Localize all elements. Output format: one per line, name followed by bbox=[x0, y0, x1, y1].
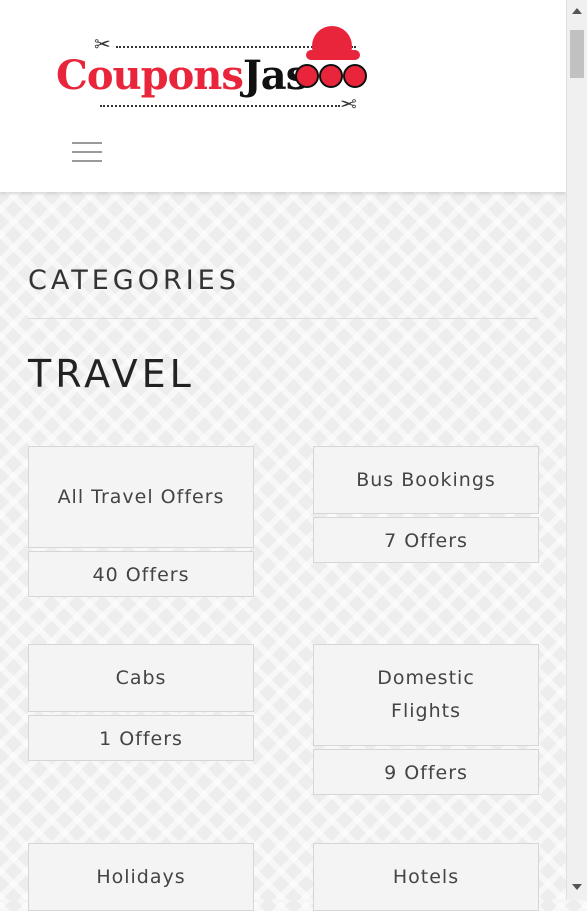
category-name[interactable]: Holidays bbox=[28, 843, 254, 911]
category-card-bus-bookings[interactable]: Bus Bookings 7 Offers bbox=[313, 446, 539, 563]
scissors-icon: ✂ bbox=[340, 92, 357, 116]
divider bbox=[28, 318, 538, 319]
scissors-icon: ✂ bbox=[94, 32, 111, 56]
category-name[interactable]: Bus Bookings bbox=[313, 446, 539, 514]
logo-dotted-line-bottom bbox=[100, 105, 340, 107]
section-title: CATEGORIES bbox=[28, 265, 240, 296]
category-card-holidays[interactable]: Holidays bbox=[28, 843, 254, 911]
offer-count[interactable]: 40 Offers bbox=[28, 551, 254, 597]
hamburger-menu-icon[interactable] bbox=[72, 140, 102, 164]
scroll-up-arrow-icon[interactable] bbox=[572, 8, 582, 14]
category-heading: TRAVEL bbox=[28, 352, 195, 396]
logo-text-coupons: Coupons bbox=[56, 52, 244, 99]
category-name[interactable]: Hotels bbox=[313, 843, 539, 911]
category-card-cabs[interactable]: Cabs 1 Offers bbox=[28, 644, 254, 761]
category-name[interactable]: Cabs bbox=[28, 644, 254, 712]
category-name[interactable]: All Travel Offers bbox=[28, 446, 254, 548]
logo-text: CouponsJas bbox=[56, 52, 308, 99]
offer-count[interactable]: 7 Offers bbox=[313, 517, 539, 563]
scroll-down-arrow-icon[interactable] bbox=[572, 884, 582, 890]
logo-eyes-graphic bbox=[295, 64, 385, 88]
offer-count[interactable]: 1 Offers bbox=[28, 715, 254, 761]
category-card-all-travel-offers[interactable]: All Travel Offers 40 Offers bbox=[28, 446, 254, 597]
coupons-jasoos-logo[interactable]: ✂ CouponsJas ✂ bbox=[50, 26, 395, 126]
offer-count[interactable]: 9 Offers bbox=[313, 749, 539, 795]
scroll-thumb[interactable] bbox=[570, 30, 584, 78]
category-card-domestic-flights[interactable]: Domestic Flights 9 Offers bbox=[313, 644, 539, 795]
hat-icon bbox=[306, 26, 360, 62]
category-card-hotels[interactable]: Hotels bbox=[313, 843, 539, 911]
category-name[interactable]: Domestic Flights bbox=[313, 644, 539, 746]
vertical-scrollbar[interactable] bbox=[566, 0, 587, 900]
site-header: ✂ CouponsJas ✂ bbox=[0, 0, 566, 192]
